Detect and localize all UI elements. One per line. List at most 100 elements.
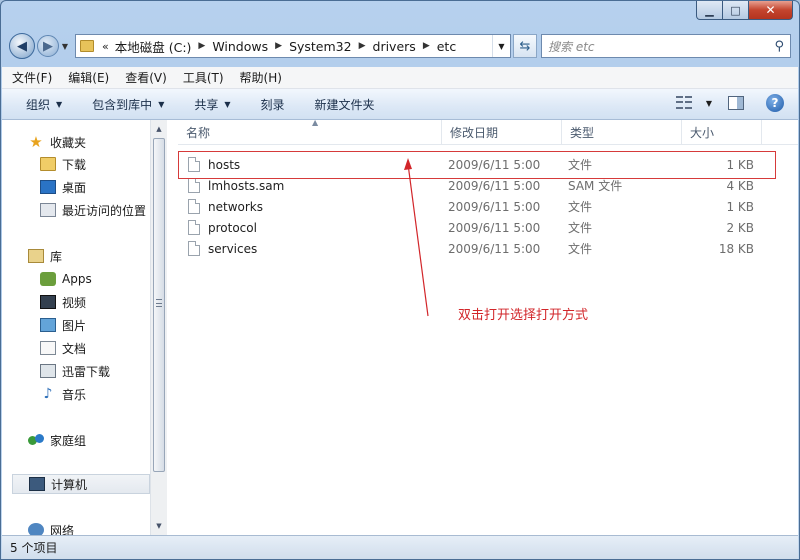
scroll-up-icon[interactable]: ▲ bbox=[151, 121, 167, 137]
sidebar-item-computer[interactable]: 计算机 bbox=[12, 474, 150, 494]
menu-bar: 文件(F) 编辑(E) 查看(V) 工具(T) 帮助(H) bbox=[2, 67, 798, 89]
include-in-library-label: 包含到库中 bbox=[92, 97, 153, 112]
chevron-right-icon[interactable]: ▶ bbox=[198, 41, 205, 51]
video-icon bbox=[40, 295, 56, 309]
view-options-icon[interactable] bbox=[675, 96, 692, 110]
sidebar-item-desktop[interactable]: 桌面 bbox=[40, 177, 86, 197]
menu-tools[interactable]: 工具(T) bbox=[183, 69, 224, 86]
breadcrumb-drivers[interactable]: drivers bbox=[373, 39, 416, 54]
navigation-pane: ★ 收藏夹 下载 桌面 最近访问的位置 库 Apps 视频 图片 文档 迅雷下载… bbox=[2, 120, 150, 535]
sidebar-item-libraries[interactable]: 库 bbox=[28, 246, 62, 266]
explorer-window: ▁ □ ✕ ◀ ▶ ▼ « 本地磁盘 (C:) ▶ Windows ▶ Syst… bbox=[0, 0, 800, 560]
sidebar-item-homegroup[interactable]: 家庭组 bbox=[28, 430, 86, 450]
breadcrumb-system32[interactable]: System32 bbox=[289, 39, 352, 54]
breadcrumb-windows[interactable]: Windows bbox=[212, 39, 268, 54]
desktop-icon bbox=[40, 180, 56, 194]
chevron-right-icon[interactable]: ▶ bbox=[423, 41, 430, 51]
menu-help[interactable]: 帮助(H) bbox=[240, 69, 282, 86]
folder-icon bbox=[80, 40, 94, 52]
scroll-down-icon[interactable]: ▼ bbox=[151, 518, 167, 534]
search-icon[interactable]: ⚲ bbox=[774, 39, 784, 54]
thunder-download-icon bbox=[40, 364, 56, 378]
chevron-down-icon[interactable]: ▼ bbox=[706, 99, 712, 108]
recent-places-icon bbox=[40, 203, 56, 217]
burn-button[interactable]: 刻录 bbox=[261, 96, 285, 113]
star-icon: ★ bbox=[29, 133, 43, 151]
pictures-icon bbox=[40, 318, 56, 332]
preview-pane-icon[interactable] bbox=[728, 96, 744, 110]
include-in-library-button[interactable]: 包含到库中 ▼ bbox=[92, 96, 164, 113]
sidebar-item-label: 库 bbox=[50, 249, 63, 264]
help-icon[interactable]: ? bbox=[766, 94, 784, 112]
breadcrumb-overflow[interactable]: « bbox=[102, 40, 109, 53]
breadcrumb-local-disk[interactable]: 本地磁盘 (C:) bbox=[115, 37, 192, 56]
toolbar-right-group: ▼ ? bbox=[675, 94, 784, 112]
sidebar-item-label: 音乐 bbox=[62, 387, 87, 402]
sidebar-item-label: 视频 bbox=[62, 295, 87, 310]
chevron-down-icon: ▼ bbox=[56, 99, 63, 109]
search-input[interactable]: 搜索 etc ⚲ bbox=[541, 34, 791, 58]
item-count: 5 个项目 bbox=[10, 541, 58, 555]
share-button[interactable]: 共享 ▼ bbox=[194, 96, 230, 113]
music-icon: ♪ bbox=[43, 386, 53, 402]
sidebar-item-label: 网络 bbox=[50, 523, 75, 536]
burn-label: 刻录 bbox=[260, 97, 285, 112]
sidebar-item-label: Apps bbox=[62, 272, 92, 286]
organize-button[interactable]: 组织 ▼ bbox=[26, 96, 62, 113]
sidebar-item-videos[interactable]: 视频 bbox=[40, 292, 86, 312]
window-controls: ▁ □ ✕ bbox=[696, 1, 793, 21]
libraries-icon bbox=[28, 249, 44, 263]
menu-edit[interactable]: 编辑(E) bbox=[68, 69, 109, 86]
sidebar-item-thunder-downloads[interactable]: 迅雷下载 bbox=[40, 361, 110, 381]
sidebar-item-label: 计算机 bbox=[51, 477, 88, 492]
sidebar-item-label: 图片 bbox=[62, 318, 87, 333]
arrow-head-icon bbox=[404, 158, 412, 170]
chevron-right-icon[interactable]: ▶ bbox=[359, 41, 366, 51]
annotation-text: 双击打开选择打开方式 bbox=[458, 308, 589, 323]
refresh-icon[interactable]: ⇆ bbox=[513, 34, 537, 58]
annotation-arrow-line bbox=[407, 163, 429, 317]
status-bar: 5 个项目 bbox=[2, 535, 798, 559]
sidebar-item-documents[interactable]: 文档 bbox=[40, 338, 86, 358]
homegroup-icon bbox=[28, 433, 44, 447]
computer-icon bbox=[29, 477, 45, 491]
recent-pages-dropdown[interactable]: ▼ bbox=[59, 35, 71, 57]
sidebar-item-label: 最近访问的位置 bbox=[62, 203, 147, 218]
sidebar-item-network[interactable]: 网络 bbox=[28, 520, 74, 535]
close-button[interactable]: ✕ bbox=[749, 1, 793, 20]
back-arrow-icon[interactable]: ◀ bbox=[9, 33, 35, 59]
chevron-down-icon[interactable]: ▼ bbox=[492, 35, 510, 57]
chevron-down-icon: ▼ bbox=[224, 99, 231, 109]
breadcrumb-etc[interactable]: etc bbox=[437, 39, 456, 54]
maximize-button[interactable]: □ bbox=[723, 1, 749, 20]
apps-icon bbox=[40, 272, 56, 286]
address-bar[interactable]: « 本地磁盘 (C:) ▶ Windows ▶ System32 ▶ drive… bbox=[75, 34, 511, 58]
command-bar: 组织 ▼ 包含到库中 ▼ 共享 ▼ 刻录 新建文件夹 ▼ ? bbox=[2, 89, 798, 120]
network-icon bbox=[28, 523, 44, 535]
sidebar-item-label: 文档 bbox=[62, 341, 87, 356]
navigation-bar: ◀ ▶ ▼ « 本地磁盘 (C:) ▶ Windows ▶ System32 ▶… bbox=[9, 31, 791, 61]
sidebar-item-recent[interactable]: 最近访问的位置 bbox=[40, 200, 146, 220]
sidebar-item-downloads[interactable]: 下载 bbox=[40, 154, 86, 174]
downloads-folder-icon bbox=[40, 157, 56, 171]
sidebar-item-pictures[interactable]: 图片 bbox=[40, 315, 86, 335]
new-folder-button[interactable]: 新建文件夹 bbox=[315, 96, 375, 113]
annotation-arrow bbox=[404, 158, 429, 317]
forward-arrow-icon[interactable]: ▶ bbox=[37, 35, 59, 57]
minimize-button[interactable]: ▁ bbox=[696, 1, 723, 20]
menu-file[interactable]: 文件(F) bbox=[12, 69, 52, 86]
sidebar-item-label: 下载 bbox=[62, 157, 87, 172]
sidebar-item-label: 迅雷下载 bbox=[62, 364, 111, 379]
chevron-down-icon: ▼ bbox=[158, 99, 165, 109]
sidebar-item-apps[interactable]: Apps bbox=[40, 269, 92, 289]
chevron-right-icon[interactable]: ▶ bbox=[275, 41, 282, 51]
sidebar-item-music[interactable]: ♪ 音乐 bbox=[40, 384, 86, 404]
scrollbar-thumb[interactable] bbox=[153, 138, 165, 472]
search-placeholder: 搜索 etc bbox=[548, 39, 595, 54]
menu-view[interactable]: 查看(V) bbox=[125, 69, 167, 86]
sidebar-item-label: 收藏夹 bbox=[50, 135, 87, 150]
sidebar-item-label: 桌面 bbox=[62, 180, 87, 195]
sidebar-item-favorites[interactable]: ★ 收藏夹 bbox=[28, 132, 86, 152]
sidebar-item-label: 家庭组 bbox=[50, 433, 87, 448]
navigation-scrollbar[interactable]: ▲ ▼ bbox=[150, 120, 167, 535]
